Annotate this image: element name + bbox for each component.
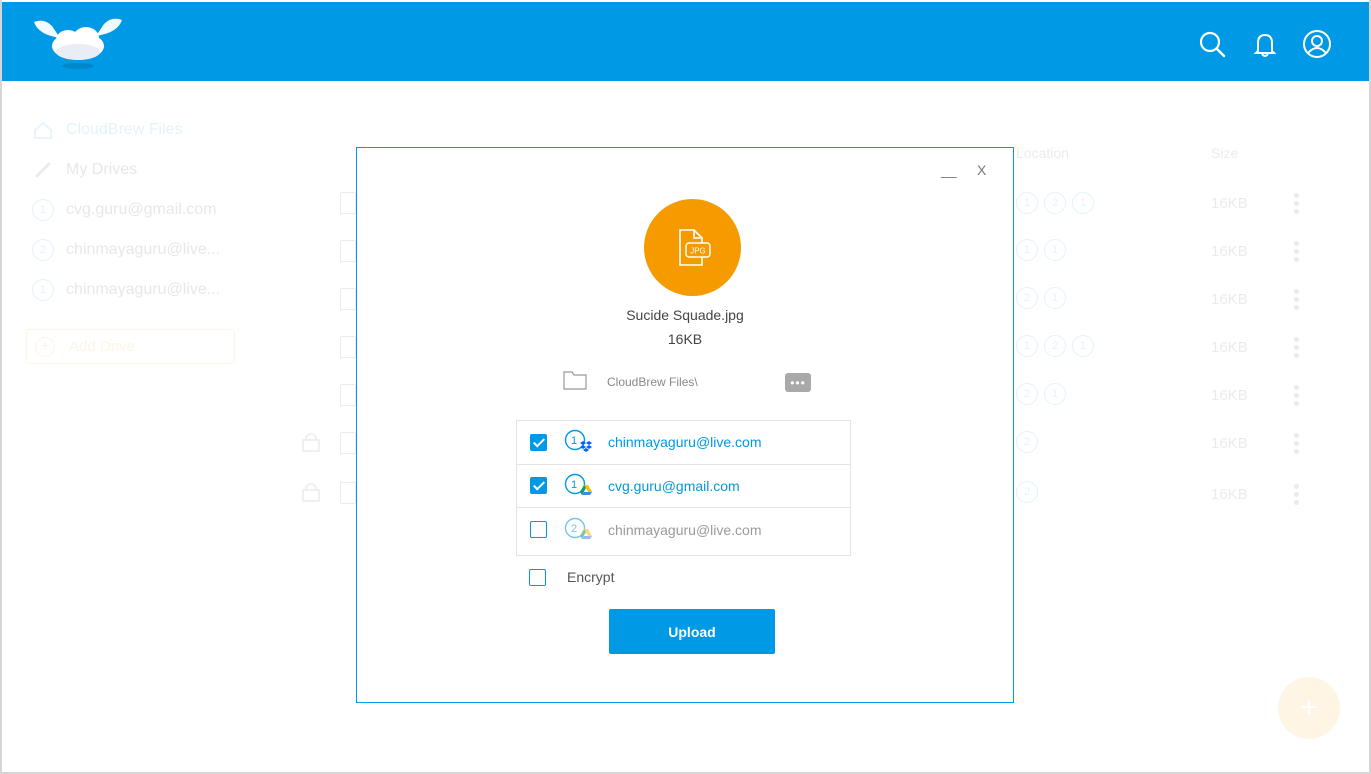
user-icon[interactable] bbox=[1302, 29, 1332, 59]
row-size: 16KB bbox=[1211, 387, 1248, 404]
file-icon bbox=[340, 240, 356, 262]
account-row[interactable]: 1 chinmayaguru@live.com bbox=[517, 421, 850, 465]
folder-icon bbox=[563, 371, 587, 390]
sidebar-item-label: chinmayaguru@live... bbox=[66, 281, 221, 298]
plus-icon: + bbox=[35, 336, 55, 357]
account-label: cvg.guru@gmail.com bbox=[608, 477, 740, 494]
file-icon bbox=[340, 192, 356, 214]
file-icon bbox=[340, 336, 356, 358]
more-options-icon[interactable] bbox=[1294, 484, 1300, 506]
more-options-icon[interactable] bbox=[1294, 385, 1300, 407]
account-checkbox[interactable] bbox=[530, 521, 547, 539]
sidebar-item-drive[interactable]: 2 chinmayaguru@live... bbox=[32, 238, 220, 262]
file-size: 16KB bbox=[667, 331, 703, 347]
sidebar-item-label: My Drives bbox=[66, 161, 138, 178]
svg-text:JPG: JPG bbox=[690, 246, 706, 255]
bell-icon[interactable] bbox=[1250, 29, 1280, 59]
file-name: Sucide Squade.jpg bbox=[626, 307, 744, 323]
file-icon bbox=[340, 432, 356, 454]
row-size: 16KB bbox=[1211, 486, 1248, 503]
file-icon bbox=[340, 288, 356, 310]
browse-folder-button[interactable]: ••• bbox=[785, 373, 811, 392]
account-label: chinmayaguru@live.com bbox=[608, 434, 762, 451]
encrypt-checkbox[interactable] bbox=[529, 569, 546, 586]
more-options-icon[interactable] bbox=[1294, 433, 1300, 455]
sidebar-item-my-drives[interactable]: My Drives bbox=[32, 158, 137, 182]
location-badges: 21 bbox=[1016, 383, 1066, 405]
google-drive-icon: 2 bbox=[564, 517, 592, 539]
more-options-icon[interactable] bbox=[1294, 193, 1300, 215]
sidebar-item-cloudbrew-files[interactable]: CloudBrew Files bbox=[32, 118, 182, 142]
account-label: chinmayaguru@live.com bbox=[608, 521, 762, 538]
location-badges: 121 bbox=[1016, 335, 1094, 357]
account-checkbox[interactable] bbox=[530, 433, 547, 451]
minimize-button[interactable]: __ bbox=[941, 162, 959, 180]
row-size: 16KB bbox=[1211, 435, 1248, 452]
drive-1-icon: 1 bbox=[32, 199, 54, 221]
search-icon[interactable] bbox=[1197, 29, 1227, 59]
home-icon bbox=[32, 119, 54, 141]
top-bar bbox=[2, 2, 1369, 81]
more-options-icon[interactable] bbox=[1294, 337, 1300, 359]
svg-text:1: 1 bbox=[571, 479, 577, 491]
location-badges: 121 bbox=[1016, 192, 1094, 214]
drive-2-icon: 2 bbox=[32, 239, 54, 261]
jpg-file-icon: JPG bbox=[678, 228, 711, 266]
encrypt-label: Encrypt bbox=[567, 569, 615, 585]
sidebar-item-label: cvg.guru@gmail.com bbox=[66, 201, 217, 218]
close-button[interactable]: X bbox=[977, 162, 991, 180]
row-size: 16KB bbox=[1211, 195, 1248, 212]
account-list: 1 chinmayaguru@live.com 1 cvg.guru@gmail… bbox=[516, 420, 851, 556]
file-icon bbox=[340, 384, 356, 406]
lock-icon bbox=[302, 483, 320, 502]
add-drive-button[interactable]: + Add Drive bbox=[26, 329, 235, 364]
upload-dialog: __ X JPG Sucide Squade.jpg 16KB CloudBre… bbox=[356, 147, 1014, 703]
sidebar-item-drive[interactable]: 1 cvg.guru@gmail.com bbox=[32, 198, 217, 222]
sidebar-item-drive[interactable]: 1 chinmayaguru@live... bbox=[32, 278, 220, 302]
svg-text:1: 1 bbox=[571, 435, 577, 447]
google-drive-icon: 1 bbox=[564, 473, 592, 495]
upload-button[interactable]: Upload bbox=[609, 609, 775, 654]
location-badges: 21 bbox=[1016, 287, 1066, 309]
svg-text:2: 2 bbox=[571, 523, 577, 535]
row-size: 16KB bbox=[1211, 243, 1248, 260]
more-options-icon[interactable] bbox=[1294, 289, 1300, 311]
cloudbrew-logo[interactable] bbox=[30, 12, 126, 72]
folder-path: CloudBrew Files\ bbox=[607, 375, 698, 389]
account-checkbox[interactable] bbox=[530, 477, 547, 495]
lock-icon bbox=[302, 433, 320, 452]
location-badges: 2 bbox=[1016, 431, 1038, 453]
more-options-icon[interactable] bbox=[1294, 241, 1300, 263]
row-size: 16KB bbox=[1211, 291, 1248, 308]
column-header-location[interactable]: Location bbox=[1016, 145, 1069, 161]
account-row[interactable]: 1 cvg.guru@gmail.com bbox=[517, 465, 850, 508]
location-badges: 11 bbox=[1016, 239, 1066, 261]
account-row[interactable]: 2 chinmayaguru@live.com bbox=[517, 508, 850, 552]
sidebar-item-label: chinmayaguru@live... bbox=[66, 241, 221, 258]
file-icon bbox=[340, 482, 356, 504]
link-icon bbox=[32, 159, 54, 181]
row-size: 16KB bbox=[1211, 339, 1248, 356]
column-header-size[interactable]: Size bbox=[1211, 145, 1238, 161]
file-type-badge: JPG bbox=[644, 199, 741, 296]
sidebar-item-label: CloudBrew Files bbox=[66, 121, 183, 138]
location-badges: 2 bbox=[1016, 481, 1038, 503]
add-fab-button[interactable]: + bbox=[1278, 677, 1340, 739]
drive-1-icon: 1 bbox=[32, 279, 54, 301]
dropbox-drive-icon: 1 bbox=[564, 430, 592, 453]
